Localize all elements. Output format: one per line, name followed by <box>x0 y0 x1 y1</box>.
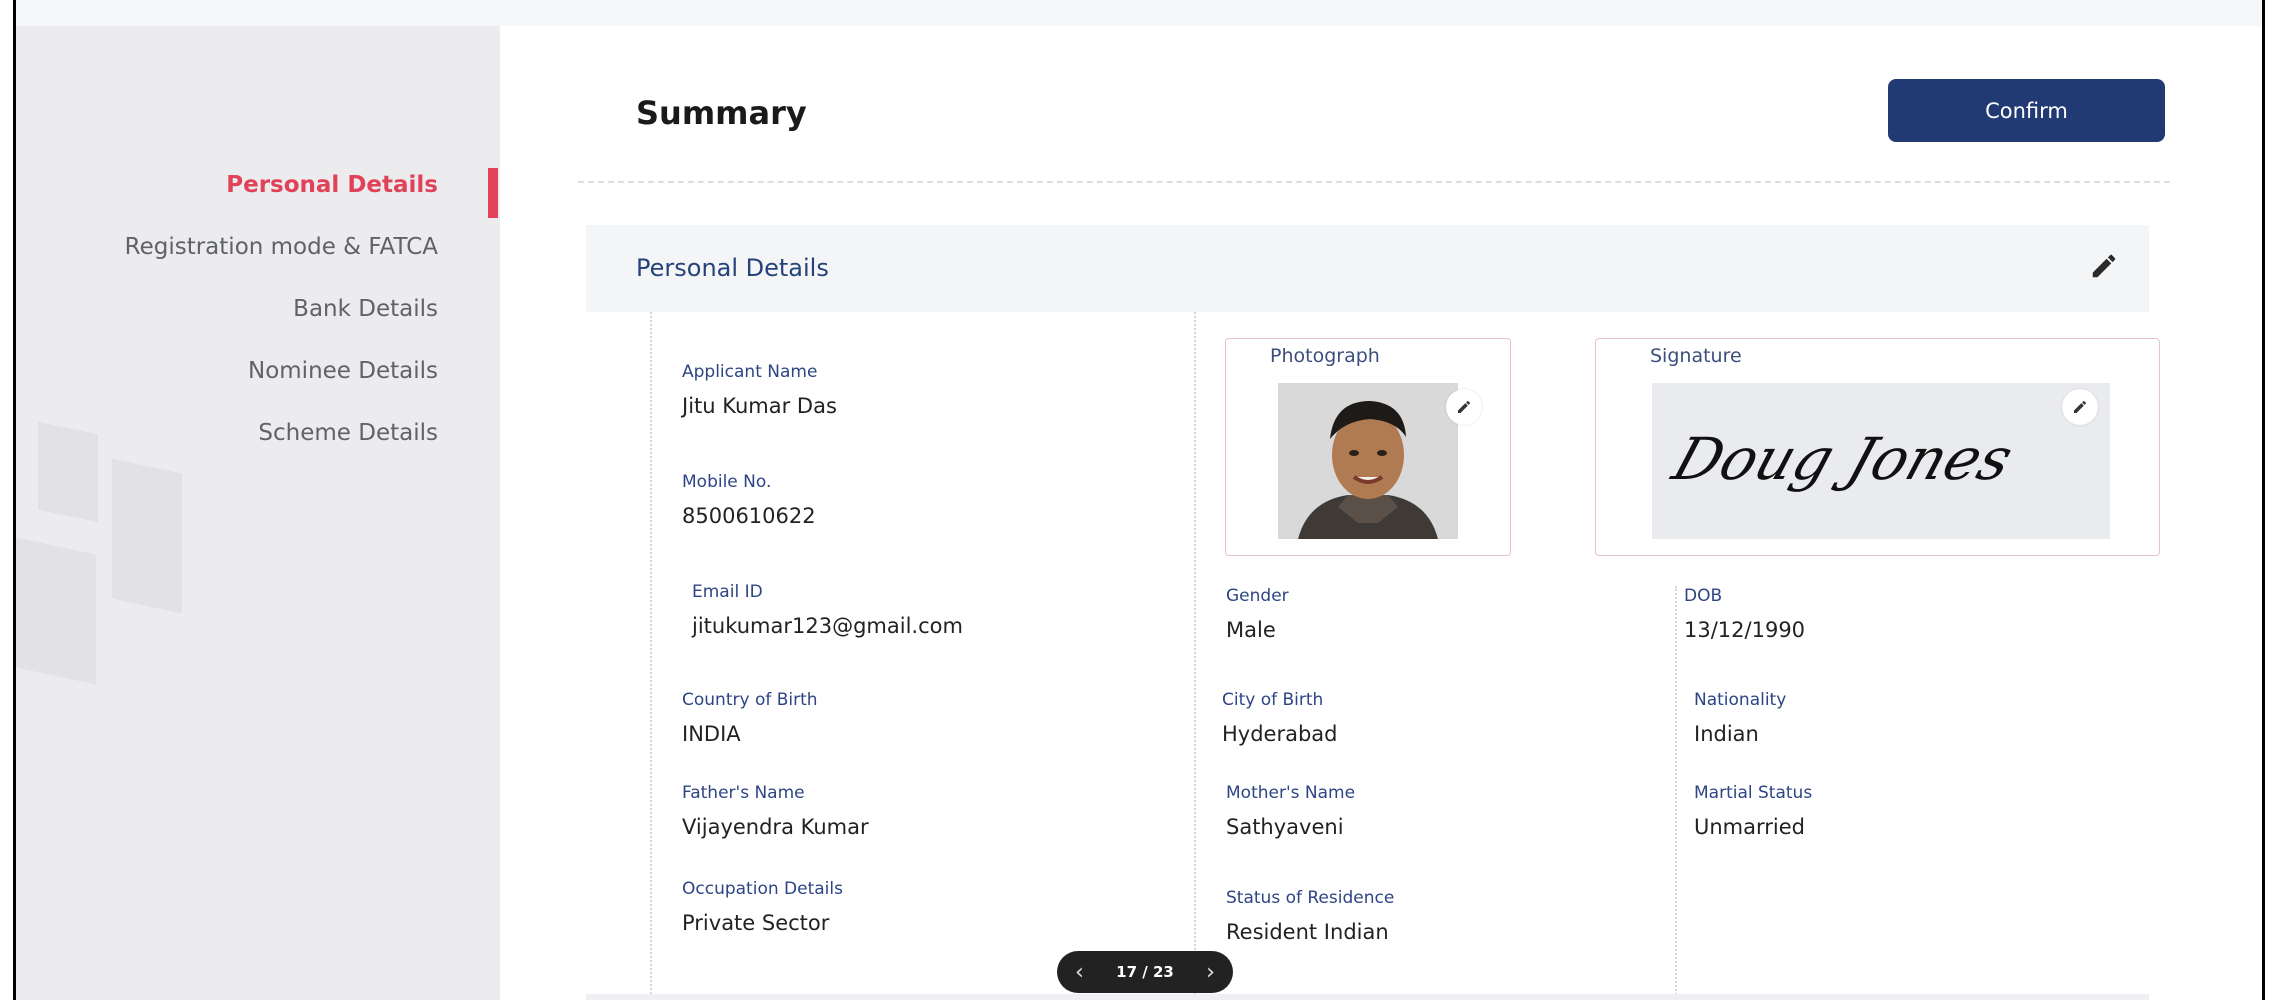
sidebar-nav: Personal Details Registration mode & FAT… <box>18 154 438 464</box>
field-label: Country of Birth <box>682 690 818 710</box>
signature-image: Doug Jones <box>1652 383 2110 539</box>
field-mobile: Mobile No. 8500610622 <box>682 472 816 528</box>
top-strip <box>16 0 2262 26</box>
edit-photo-icon[interactable] <box>1446 389 1482 425</box>
applicant-photo <box>1278 383 1458 539</box>
field-mother-name: Mother's Name Sathyaveni <box>1226 783 1355 839</box>
sidebar-item-registration-fatca[interactable]: Registration mode & FATCA <box>18 216 438 278</box>
field-value: Resident Indian <box>1226 920 1389 944</box>
field-residence-status: Status of Residence Resident Indian <box>1226 888 1394 944</box>
field-label: Status of Residence <box>1226 888 1395 908</box>
next-section-header <box>586 994 2149 1000</box>
field-label: Gender <box>1226 586 1289 606</box>
field-value: Sathyaveni <box>1226 815 1344 839</box>
divider <box>578 181 2170 183</box>
field-value: Unmarried <box>1694 815 1805 839</box>
field-value: INDIA <box>682 722 741 746</box>
field-label: Father's Name <box>682 783 805 803</box>
field-value: Indian <box>1694 722 1759 746</box>
field-value: Jitu Kumar Das <box>682 394 837 418</box>
field-value: Vijayendra Kumar <box>682 815 869 839</box>
main-content: Summary Confirm Personal Details Applica… <box>500 26 2262 1000</box>
page-count: 17 / 23 <box>1116 963 1174 981</box>
signature-label: Signature <box>1650 345 1742 367</box>
field-value: Hyderabad <box>1222 722 1338 746</box>
field-value: jitukumar123@gmail.com <box>692 614 963 638</box>
field-city-of-birth: City of Birth Hyderabad <box>1222 690 1338 746</box>
field-value: 8500610622 <box>682 504 816 528</box>
field-nationality: Nationality Indian <box>1694 690 1786 746</box>
edit-signature-icon[interactable] <box>2062 389 2098 425</box>
app-frame: Personal Details Registration mode & FAT… <box>13 0 2265 1000</box>
field-email: Email ID jitukumar123@gmail.com <box>692 582 963 638</box>
field-applicant-name: Applicant Name Jitu Kumar Das <box>682 362 837 418</box>
decorative-shape <box>16 537 96 685</box>
field-label: City of Birth <box>1222 690 1324 710</box>
section-title: Personal Details <box>636 254 829 282</box>
sidebar-item-personal-details[interactable]: Personal Details <box>18 154 438 216</box>
edit-pencil-icon[interactable] <box>2089 251 2119 281</box>
field-label: Mother's Name <box>1226 783 1356 803</box>
field-label: Mobile No. <box>682 472 772 492</box>
field-dob: DOB 13/12/1990 <box>1684 586 1805 642</box>
field-label: Nationality <box>1694 690 1787 710</box>
decorative-shape <box>112 458 182 614</box>
photograph-box: Photograph <box>1225 338 1511 556</box>
field-label: DOB <box>1684 586 1723 606</box>
field-label: Email ID <box>692 582 763 602</box>
field-father-name: Father's Name Vijayendra Kumar <box>682 783 869 839</box>
active-indicator <box>488 168 498 218</box>
prev-page-icon[interactable]: ‹ <box>1075 960 1084 985</box>
field-label: Occupation Details <box>682 879 843 899</box>
field-gender: Gender Male <box>1226 586 1289 642</box>
field-marital-status: Martial Status Unmarried <box>1694 783 1812 839</box>
column-divider <box>1194 312 1196 1000</box>
sidebar-item-nominee-details[interactable]: Nominee Details <box>18 340 438 402</box>
sidebar: Personal Details Registration mode & FAT… <box>16 26 500 1000</box>
signature-box: Signature Doug Jones <box>1595 338 2160 556</box>
signature-text: Doug Jones <box>1664 425 2022 493</box>
sidebar-item-scheme-details[interactable]: Scheme Details <box>18 402 438 464</box>
page-indicator: ‹ 17 / 23 › <box>1057 951 1233 993</box>
section-header: Personal Details <box>586 225 2149 312</box>
column-divider <box>1675 586 1677 1000</box>
field-label: Applicant Name <box>682 362 818 382</box>
confirm-button[interactable]: Confirm <box>1888 79 2165 142</box>
field-value: 13/12/1990 <box>1684 618 1806 642</box>
next-page-icon[interactable]: › <box>1206 960 1215 985</box>
photograph-label: Photograph <box>1270 345 1380 367</box>
column-divider <box>650 312 652 1000</box>
page-title: Summary <box>636 94 807 132</box>
field-country-of-birth: Country of Birth INDIA <box>682 690 818 746</box>
field-value: Male <box>1226 618 1276 642</box>
sidebar-item-bank-details[interactable]: Bank Details <box>18 278 438 340</box>
field-occupation: Occupation Details Private Sector <box>682 879 843 935</box>
field-value: Private Sector <box>682 911 830 935</box>
field-label: Martial Status <box>1694 783 1813 803</box>
